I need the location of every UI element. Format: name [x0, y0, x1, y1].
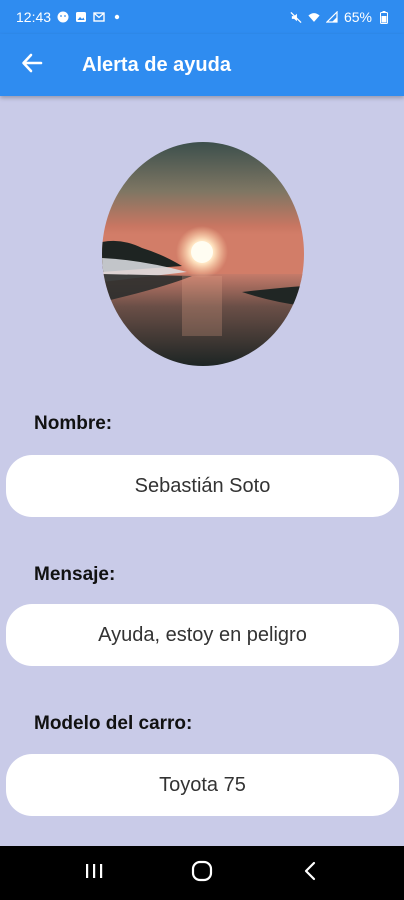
- recent-apps-button[interactable]: [64, 846, 124, 900]
- back-button[interactable]: [0, 34, 64, 96]
- home-button[interactable]: [172, 846, 232, 900]
- image-icon: [75, 11, 87, 23]
- mute-icon: [290, 11, 302, 23]
- dot-icon: [111, 11, 123, 23]
- system-nav-bar: [0, 846, 404, 900]
- back-icon: [302, 861, 318, 886]
- status-bar: 12:43 65%: [0, 0, 404, 34]
- face-icon: [57, 11, 69, 23]
- wifi-icon: [308, 11, 320, 23]
- arrow-left-icon: [21, 52, 43, 79]
- car-model-label: Modelo del carro:: [34, 713, 193, 734]
- profile-photo: [102, 142, 304, 366]
- message-field[interactable]: Ayuda, estoy en peligro: [6, 604, 399, 666]
- status-right: 65%: [290, 9, 390, 25]
- signal-icon: [325, 11, 338, 23]
- app-bar: Alerta de ayuda: [0, 34, 404, 96]
- battery-icon: [378, 10, 390, 24]
- recent-apps-icon: [84, 862, 104, 885]
- status-left: 12:43: [16, 9, 123, 25]
- name-field[interactable]: Sebastián Soto: [6, 455, 399, 517]
- mail-icon: [93, 11, 105, 23]
- system-back-button[interactable]: [280, 846, 340, 900]
- home-icon: [190, 859, 214, 888]
- name-label: Nombre:: [34, 413, 113, 434]
- status-time: 12:43: [16, 9, 52, 25]
- battery-percent: 65%: [343, 9, 372, 25]
- message-label: Mensaje:: [34, 564, 116, 585]
- car-model-field[interactable]: Toyota 75: [6, 754, 399, 816]
- page-title: Alerta de ayuda: [82, 53, 231, 76]
